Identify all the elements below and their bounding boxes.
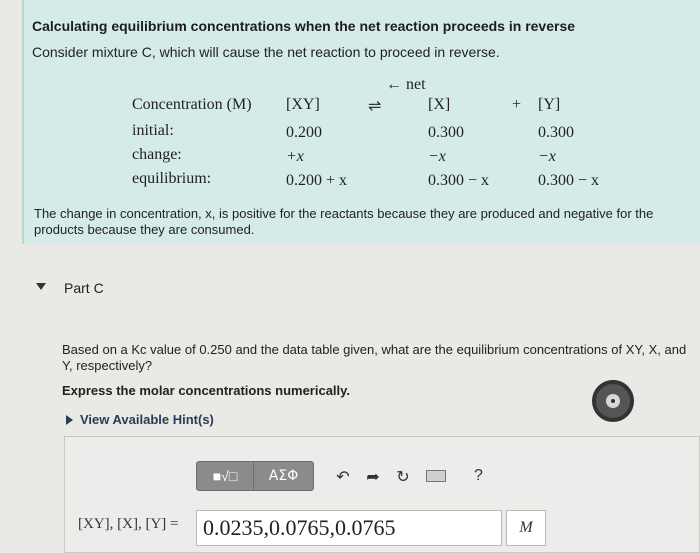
row-label-change: change: [132, 146, 182, 163]
section-subtitle: Consider mixture C, which will cause the… [32, 44, 500, 60]
equilibrium-y: 0.300 − x [538, 172, 600, 189]
record-button[interactable] [592, 380, 634, 422]
collapse-caret-icon[interactable] [36, 283, 46, 290]
table-header-concentration: Concentration (M) [132, 96, 252, 113]
row-label-equilibrium: equilibrium: [132, 170, 212, 187]
initial-xy: 0.200 [286, 124, 322, 141]
answer-label: [XY], [X], [Y] = [78, 516, 179, 532]
table-header-xy: [XY] [286, 96, 320, 113]
table-header-x: [X] [428, 96, 451, 113]
change-xy: +x [286, 148, 304, 165]
equilibrium-xy: 0.200 + x [286, 172, 348, 189]
info-box: Calculating equilibrium concentrations w… [22, 0, 700, 244]
unit-label: M [506, 510, 546, 546]
greek-symbols-button[interactable]: ΑΣΦ [254, 461, 314, 491]
question-text: Based on a Kc value of 0.250 and the dat… [62, 342, 687, 373]
change-x: −x [428, 148, 446, 165]
initial-x: 0.300 [428, 124, 464, 141]
initial-y: 0.300 [538, 124, 574, 141]
section-title: Calculating equilibrium concentrations w… [32, 18, 576, 34]
reset-icon[interactable]: ↻ [388, 461, 418, 491]
change-y: −x [538, 148, 556, 165]
row-label-initial: initial: [132, 122, 174, 139]
hint-expand-icon[interactable] [66, 415, 73, 425]
keyboard-icon[interactable] [426, 470, 446, 482]
help-button[interactable]: ? [474, 467, 483, 485]
part-title[interactable]: Part C [64, 280, 104, 296]
net-direction-label: ← net [386, 76, 426, 93]
plus-sign: + [512, 96, 522, 113]
redo-icon[interactable]: ➦ [358, 461, 388, 491]
record-dot-icon [611, 399, 615, 403]
instruction-text: Express the molar concentrations numeric… [62, 383, 351, 398]
equilibrium-x: 0.300 − x [428, 172, 490, 189]
equilibrium-arrows: ⇌ [368, 96, 382, 115]
math-toolbar: ■√□ ΑΣΦ ↶ ➦ ↻ ? [196, 460, 483, 492]
explanation-text: The change in concentration, x, is posit… [34, 206, 654, 237]
templates-button[interactable]: ■√□ [196, 461, 254, 491]
table-header-y: [Y] [538, 96, 561, 113]
view-hints-link[interactable]: View Available Hint(s) [80, 412, 214, 427]
undo-icon[interactable]: ↶ [328, 461, 358, 491]
answer-input[interactable]: 0.0235,0.0765,0.0765 [196, 510, 502, 546]
